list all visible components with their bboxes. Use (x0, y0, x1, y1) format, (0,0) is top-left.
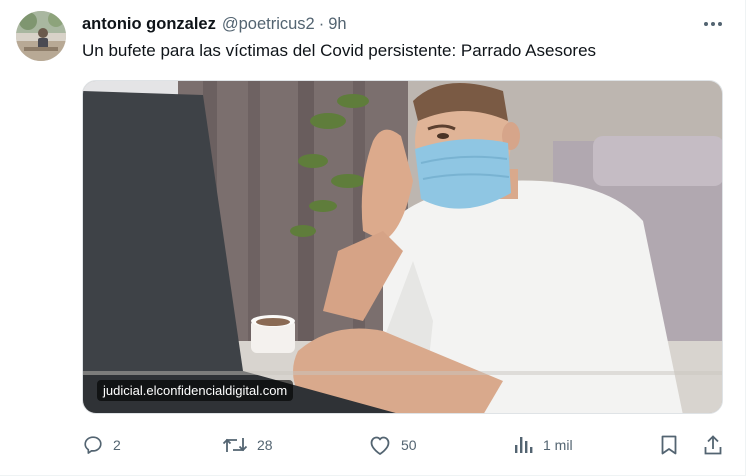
share-icon (704, 435, 722, 455)
author-handle[interactable]: @poetricus2 (222, 15, 315, 34)
tweet-card[interactable]: antonio gonzalez @poetricus2 · 9h Un buf… (0, 0, 746, 476)
tweet-header: antonio gonzalez @poetricus2 · 9h (82, 12, 347, 36)
link-domain-badge[interactable]: judicial.elconfidencialdigital.com (97, 380, 294, 401)
retweet-button[interactable]: 28 (222, 428, 273, 462)
view-count: 1 mil (543, 437, 573, 453)
reply-icon (84, 436, 102, 454)
like-count: 50 (401, 437, 417, 453)
analytics-icon (515, 437, 533, 453)
bookmark-icon (661, 435, 677, 455)
retweet-icon (222, 438, 248, 452)
reply-count: 2 (113, 437, 121, 453)
share-button[interactable] (696, 428, 730, 462)
heart-icon (370, 436, 390, 455)
media-image (83, 81, 722, 413)
tweet-actions: 2 28 50 1 mil (76, 428, 736, 462)
retweet-count: 28 (257, 437, 273, 453)
meta-separator: · (318, 14, 325, 33)
tweet-time[interactable]: 9h (328, 15, 346, 34)
avatar-photo (16, 11, 66, 61)
tweet-text: Un bufete para las víctimas del Covid pe… (82, 41, 597, 60)
like-button[interactable]: 50 (368, 428, 417, 462)
avatar[interactable] (16, 11, 66, 61)
more-horizontal-icon[interactable] (700, 12, 726, 36)
bookmark-button[interactable] (652, 428, 686, 462)
views-button[interactable]: 1 mil (512, 428, 573, 462)
tweet-media[interactable]: judicial.elconfidencialdigital.com (82, 80, 723, 414)
reply-button[interactable]: 2 (82, 428, 121, 462)
author-name[interactable]: antonio gonzalez (82, 15, 216, 34)
tweet-meta: @poetricus2 · 9h (222, 15, 347, 34)
